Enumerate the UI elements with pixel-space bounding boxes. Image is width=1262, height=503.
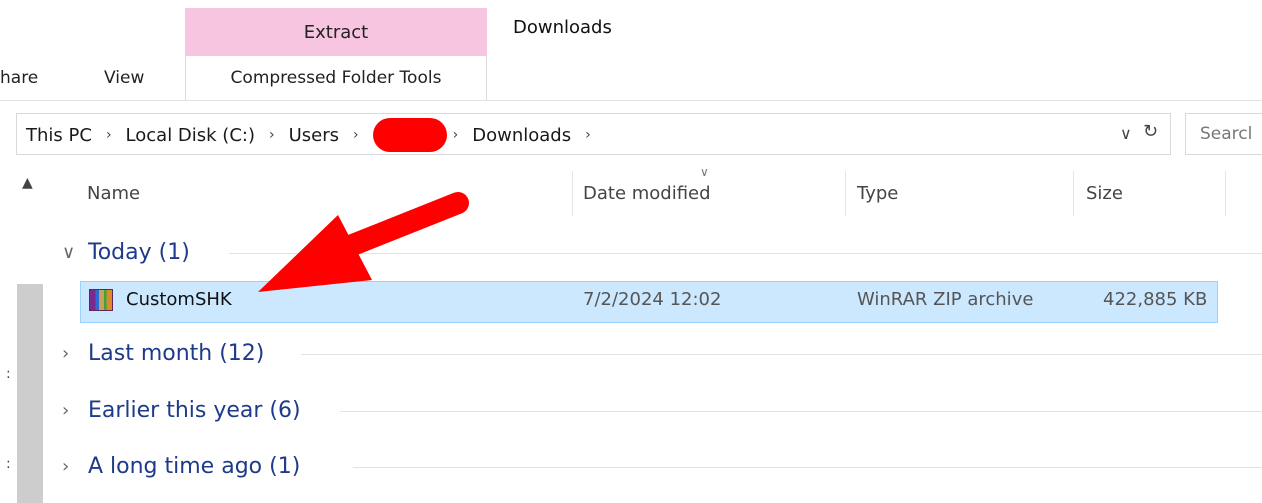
winrar-archive-icon <box>89 289 113 311</box>
group-label: Earlier this year (6) <box>88 397 301 423</box>
column-separator[interactable] <box>1225 171 1226 216</box>
file-date-modified: 7/2/2024 12:02 <box>583 289 722 310</box>
chevron-right-icon[interactable]: › <box>62 456 88 477</box>
chevron-right-icon[interactable]: › <box>106 127 112 143</box>
address-dropdown-icon[interactable]: ∨ <box>1120 124 1132 143</box>
chevron-right-icon[interactable]: › <box>269 127 275 143</box>
ribbon-divider <box>0 100 1262 101</box>
group-header-today[interactable]: ∨ Today (1) <box>62 237 190 267</box>
group-header-a-long-time-ago[interactable]: › A long time ago (1) <box>62 451 300 481</box>
group-label: Last month (12) <box>88 340 265 366</box>
contextual-tab-header-extract[interactable]: Extract <box>185 8 487 56</box>
column-separator[interactable] <box>572 171 573 216</box>
redaction-mark <box>372 118 447 152</box>
chevron-down-icon[interactable]: ∨ <box>62 242 88 263</box>
column-header-type[interactable]: Type <box>857 183 898 204</box>
column-header-name[interactable]: Name <box>87 183 140 204</box>
crumb-this-pc[interactable]: This PC <box>26 125 92 146</box>
window-title: Downloads <box>513 17 612 38</box>
nav-pane-edge-glyph: : <box>6 456 11 472</box>
group-divider <box>229 253 1262 254</box>
column-separator[interactable] <box>1073 171 1074 216</box>
crumb-users[interactable]: Users <box>289 125 339 146</box>
column-header-date-modified[interactable]: Date modified <box>583 183 711 204</box>
tab-view[interactable]: View <box>104 68 144 88</box>
search-input[interactable]: Searcl <box>1185 113 1262 155</box>
group-divider <box>340 411 1262 412</box>
tab-compressed-folder-tools[interactable]: Compressed Folder Tools <box>185 56 487 100</box>
tab-share[interactable]: hare <box>0 68 38 88</box>
file-type: WinRAR ZIP archive <box>857 289 1034 310</box>
file-name[interactable]: CustomSHK <box>126 289 232 310</box>
crumb-local-disk[interactable]: Local Disk (C:) <box>126 125 255 146</box>
chevron-right-icon[interactable]: › <box>62 400 88 421</box>
file-size: 422,885 KB <box>1103 289 1208 310</box>
chevron-right-icon[interactable]: › <box>585 127 591 143</box>
group-divider <box>301 354 1262 355</box>
chevron-right-icon[interactable]: › <box>62 343 88 364</box>
group-header-earlier-this-year[interactable]: › Earlier this year (6) <box>62 395 301 425</box>
annotation-arrow-shaft <box>319 192 469 265</box>
group-header-last-month[interactable]: › Last month (12) <box>62 338 264 368</box>
breadcrumb: This PC › Local Disk (C:) › Users › › Do… <box>26 118 605 152</box>
column-header-size[interactable]: Size <box>1086 183 1123 204</box>
sort-caret-icon: ∨ <box>700 165 709 179</box>
chevron-right-icon[interactable]: › <box>353 127 359 143</box>
nav-pane-scrollbar[interactable] <box>17 284 43 503</box>
chevron-right-icon[interactable]: › <box>453 127 459 143</box>
refresh-icon[interactable]: ↻ <box>1143 121 1158 142</box>
group-label: A long time ago (1) <box>88 453 301 479</box>
column-separator[interactable] <box>845 171 846 216</box>
group-divider <box>353 467 1262 468</box>
group-label: Today (1) <box>88 239 190 265</box>
crumb-downloads[interactable]: Downloads <box>472 125 571 146</box>
scroll-up-icon[interactable]: ▲ <box>22 175 33 191</box>
nav-pane-edge-glyph: : <box>6 366 11 382</box>
